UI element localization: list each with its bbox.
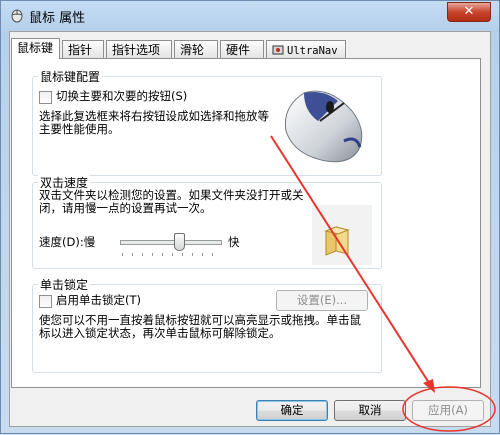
annotation-circle [402, 386, 496, 432]
mouse-properties-window: 鼠标 属性 ✕ 鼠标键 指针 指针选项 滑轮 硬件 UltraNav 鼠标键配置… [0, 0, 500, 434]
annotation-arrow-line [270, 135, 432, 387]
annotation-overlay [270, 135, 496, 432]
tab-buttons[interactable]: 鼠标键 [11, 38, 60, 59]
